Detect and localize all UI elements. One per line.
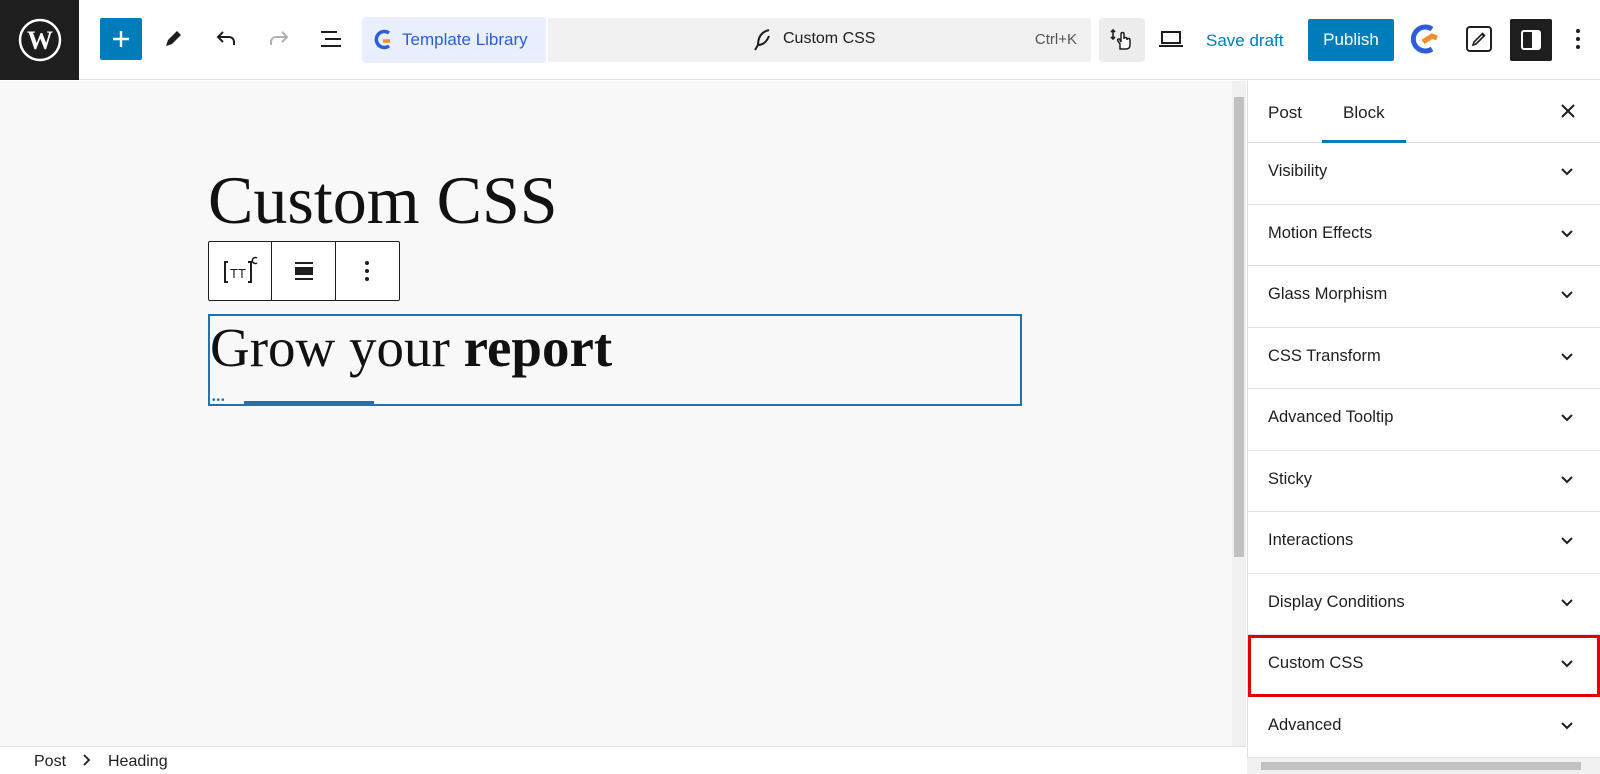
gutenkit-logo-icon: [1410, 24, 1438, 54]
wordpress-logo-button[interactable]: W: [0, 0, 79, 80]
heading-text[interactable]: Grow your report: [210, 316, 612, 379]
panel-motion-effects[interactable]: Motion Effects: [1248, 205, 1600, 266]
interaction-mode-button[interactable]: [1099, 18, 1145, 62]
chevron-down-icon: [1561, 660, 1573, 668]
sidebar-scrollbar-thumb[interactable]: [1261, 762, 1581, 770]
panel-label: Interactions: [1268, 531, 1354, 549]
more-vertical-icon: [1576, 29, 1580, 49]
block-breadcrumb: Post Heading: [0, 746, 1246, 774]
command-palette-button[interactable]: Custom CSS Ctrl+K: [548, 18, 1091, 62]
laptop-icon: [1159, 31, 1183, 47]
preview-button[interactable]: [1150, 18, 1192, 60]
plus-icon: [113, 31, 129, 47]
panel-label: CSS Transform: [1268, 346, 1381, 365]
tools-button[interactable]: [152, 18, 194, 60]
gutenkit-button[interactable]: [1404, 18, 1446, 60]
add-block-button[interactable]: [100, 18, 142, 60]
breadcrumb-heading[interactable]: Heading: [108, 753, 168, 771]
chevron-down-icon: [1561, 414, 1573, 422]
panel-label: Advanced Tooltip: [1268, 408, 1394, 426]
chevron-right-icon: [82, 752, 92, 773]
panel-label: Visibility: [1268, 162, 1328, 180]
settings-sidebar-toggle[interactable]: [1510, 19, 1552, 61]
svg-text:W: W: [27, 26, 53, 55]
canvas-scrollbar[interactable]: [1232, 81, 1246, 746]
close-icon[interactable]: [1558, 101, 1578, 121]
document-title: Custom CSS: [783, 30, 876, 47]
canvas-scrollbar-thumb[interactable]: [1234, 97, 1244, 557]
pen-square-icon: [1466, 26, 1492, 52]
chevron-down-icon: [1561, 721, 1573, 729]
panel-label: Motion Effects: [1268, 223, 1373, 242]
block-drag-handle[interactable]: •••: [212, 396, 226, 406]
panel-sticky[interactable]: Sticky: [1248, 451, 1600, 512]
chevron-down-icon: [1561, 352, 1573, 360]
breadcrumb-post[interactable]: Post: [34, 753, 66, 771]
settings-sidebar: Post Block Visibility Motion Effects Gla…: [1247, 81, 1600, 774]
block-toolbar: TT: [208, 241, 400, 301]
panel-display-conditions[interactable]: Display Conditions: [1248, 574, 1600, 635]
tab-block[interactable]: Block: [1343, 103, 1385, 123]
chevron-down-icon: [1561, 475, 1573, 483]
wordpress-icon: W: [18, 18, 61, 62]
redo-icon: [270, 31, 289, 45]
panel-label: Custom CSS: [1268, 654, 1364, 672]
svg-text:TT: TT: [230, 266, 246, 281]
panel-label: Display Conditions: [1268, 592, 1405, 611]
panel-glass-morphism[interactable]: Glass Morphism: [1248, 266, 1600, 328]
gutenkit-logo-icon: [374, 29, 391, 50]
publish-button[interactable]: Publish: [1308, 19, 1394, 61]
panel-label: Advanced: [1268, 715, 1342, 734]
chevron-down-icon: [1561, 168, 1573, 176]
align-center-icon: [294, 262, 313, 280]
more-vertical-icon: [365, 261, 370, 281]
panel-custom-css[interactable]: Custom CSS: [1248, 635, 1600, 697]
panel-label: Sticky: [1268, 469, 1313, 488]
panel-interactions[interactable]: Interactions: [1248, 512, 1600, 574]
document-overview-button[interactable]: [310, 18, 352, 60]
command-shortcut: Ctrl+K: [1034, 31, 1077, 48]
undo-button[interactable]: [205, 18, 247, 60]
chevron-down-icon: [1561, 537, 1573, 545]
save-draft-button[interactable]: Save draft: [1206, 31, 1284, 51]
tab-post[interactable]: Post: [1268, 103, 1302, 123]
style-editor-button[interactable]: [1458, 18, 1500, 60]
pencil-icon: [166, 31, 181, 46]
options-menu-button[interactable]: [1563, 18, 1593, 60]
template-library-label: Template Library: [402, 30, 528, 49]
panel-advanced[interactable]: Advanced: [1248, 697, 1600, 758]
align-button[interactable]: [272, 242, 336, 300]
chevron-down-icon: [1561, 291, 1573, 299]
heading-text-regular: Grow your: [210, 317, 464, 378]
post-title[interactable]: Custom CSS: [208, 161, 558, 240]
chevron-down-icon: [1561, 598, 1573, 606]
heading-text-bold: report: [463, 317, 613, 378]
feather-icon: [754, 29, 770, 51]
block-options-button[interactable]: [336, 242, 399, 300]
template-library-button[interactable]: Template Library: [362, 17, 546, 63]
panel-advanced-tooltip[interactable]: Advanced Tooltip: [1248, 389, 1600, 451]
editor-canvas[interactable]: Custom CSS TT Grow your report •••: [0, 81, 1232, 746]
pointer-hand-icon: [1110, 28, 1131, 50]
panel-css-transform[interactable]: CSS Transform: [1248, 328, 1600, 389]
block-selection-indicator: [244, 401, 374, 405]
block-type-button[interactable]: TT: [209, 242, 273, 300]
sidebar-tabs: Post Block: [1248, 81, 1600, 143]
heading-block[interactable]: Grow your report •••: [208, 314, 1022, 406]
sidebar-icon: [1521, 30, 1541, 50]
editor-header: W Template Library Custom CSS Ctrl+K Sav…: [0, 0, 1600, 80]
redo-button[interactable]: [258, 18, 300, 60]
undo-icon: [216, 31, 235, 45]
panel-label: Glass Morphism: [1268, 285, 1388, 303]
chevron-down-icon: [1561, 229, 1573, 237]
sidebar-horizontal-scrollbar[interactable]: [1247, 758, 1600, 774]
list-view-icon: [321, 31, 341, 47]
heading-block-icon: TT: [224, 256, 258, 283]
panel-visibility[interactable]: Visibility: [1248, 143, 1600, 205]
